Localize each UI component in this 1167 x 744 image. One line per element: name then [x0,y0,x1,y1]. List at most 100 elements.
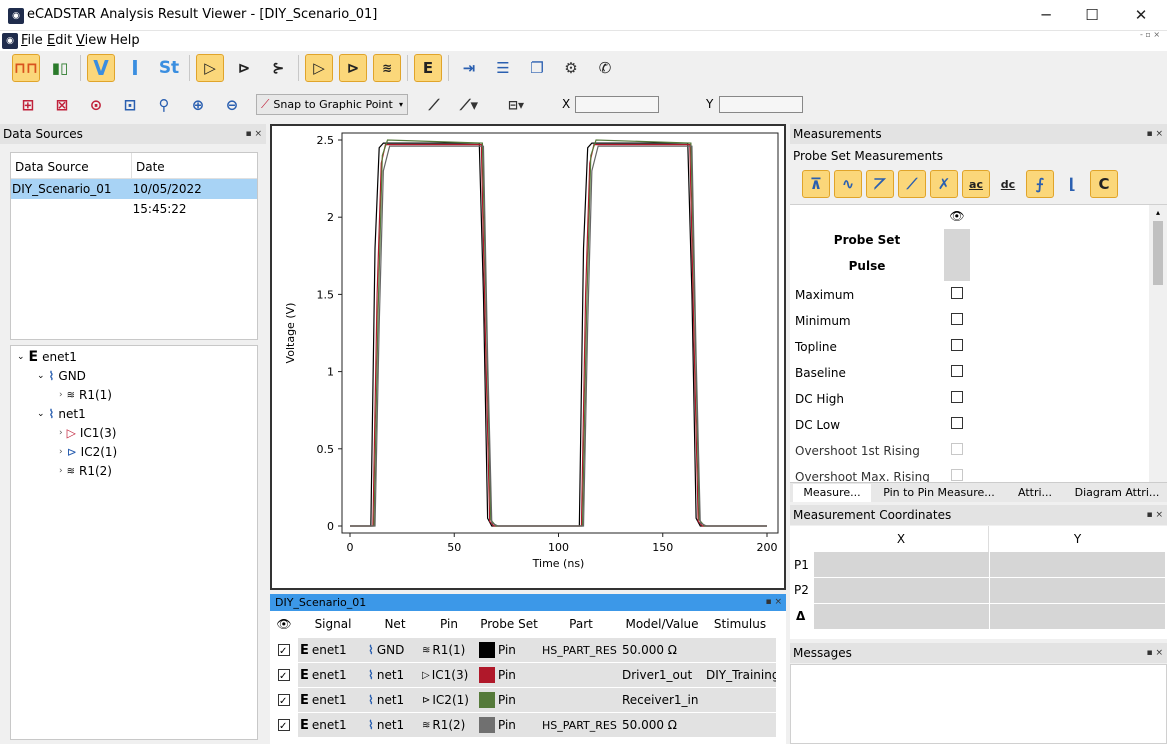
measurement-checkbox[interactable] [951,391,963,403]
visibility-checkbox[interactable]: ✓ [278,693,290,707]
cascade-icon[interactable]: ❐ [523,54,551,82]
scroll-up-icon[interactable]: ▴ [1149,205,1167,221]
measurement-checkbox[interactable] [951,469,963,481]
measurement-checkbox[interactable] [951,339,963,351]
snap-dropdown[interactable]: ⟋ Snap to Graphic Point ▾ [256,94,408,115]
pin-close-icon[interactable]: ▪ × [1146,643,1163,663]
chevron-right-icon[interactable]: › [59,390,63,400]
probe-remove-icon[interactable]: ⊱ [264,54,292,82]
color-swatch[interactable] [479,667,495,683]
tab-measure[interactable]: Measure... [793,484,871,502]
tree-node-ic2-1[interactable]: › ⊳ IC2(1) [59,443,117,461]
menu-view[interactable]: View [76,33,107,48]
color-swatch[interactable] [479,642,495,658]
visibility-eye-icon[interactable]: 👁 [944,205,970,227]
measurement-checkbox[interactable] [951,443,963,455]
visibility-checkbox[interactable]: ✓ [278,668,290,682]
mdi-controls[interactable]: - ▫ × [1140,30,1160,39]
ruler-options-icon[interactable]: ⟋▾ [455,91,483,119]
close-button[interactable]: ✕ [1118,0,1164,31]
current-i-icon[interactable]: I [121,54,149,82]
col-header-signal[interactable]: Signal [298,611,368,637]
col-header-model[interactable]: Model/Value [620,611,704,637]
clock-c-icon[interactable]: C [1090,170,1118,198]
col-header-part[interactable]: Part [542,611,620,637]
signal-row[interactable]: ✓ Eenet1 ⌇ net1 ▷ IC1(3) Pin Driver1_out DIY_Tra… [270,662,786,687]
enet-filter-icon[interactable]: E [414,54,442,82]
col-header-pin[interactable]: Pin [422,611,476,637]
driver-filter-icon[interactable]: ▷ [305,54,333,82]
chevron-right-icon[interactable]: › [59,466,63,476]
zoom-in-icon[interactable]: ⊕ [184,91,212,119]
x-coord-field[interactable] [575,96,659,113]
signal-row[interactable]: ✓ Eenet1 ⌇ net1 ≋ R1(2) Pin HS_PART_RES 50.000 Ω [270,712,786,737]
phone-icon[interactable]: ✆ [591,54,619,82]
measurement-checkbox[interactable] [951,313,963,325]
chevron-down-icon[interactable]: ⌄ [37,409,45,419]
chevron-right-icon[interactable]: › [59,447,63,457]
waveform-view-icon[interactable]: ⊓⊓ [12,54,40,82]
ruler-icon[interactable]: ⟋ [420,91,448,119]
document-icon[interactable]: ◉ [2,33,18,49]
stimulus-st-icon[interactable]: St [155,54,183,82]
tree-node-r1-1[interactable]: › ≋ R1(1) [59,386,112,404]
zoom-out-icon[interactable]: ⊖ [218,91,246,119]
measurement-checkbox[interactable] [951,417,963,429]
chevron-right-icon[interactable]: › [59,428,63,438]
maximize-button[interactable]: ☐ [1069,0,1115,31]
zoom-window-icon[interactable]: ⊡ [116,91,144,119]
data-source-row[interactable]: DIY_Scenario_01 10/05/2022 15:45:22 [11,179,257,216]
pulse-measure-icon[interactable]: ⊼ [802,170,830,198]
receiver-filter-icon[interactable]: ⊳ [339,54,367,82]
col-header-date[interactable]: Date [132,153,165,178]
tree-node-enet1[interactable]: ⌄ E enet1 [17,348,77,366]
signal-row[interactable]: ✓ Eenet1 ⌇ net1 ⊳ IC2(1) Pin Receiver1_in [270,687,786,712]
rising-edge-icon[interactable]: ⨍ [1026,170,1054,198]
settings-gear-icon[interactable]: ⚙ [557,54,585,82]
chevron-down-icon[interactable]: ⌄ [17,352,25,362]
waveform-chart[interactable]: 0 50 100 150 200 0 0.5 1 1.5 2 2.5 Time (ns) Voltage… [272,126,784,588]
tree-node-ic1-3[interactable]: › ▷ IC1(3) [59,424,116,442]
tab-attributes[interactable]: Attri... [1010,484,1060,502]
pin-close-icon[interactable]: ▪ × [765,594,782,611]
col-header-data-source[interactable]: Data Source [11,153,132,178]
pin-close-icon[interactable]: ▪ × [245,124,262,144]
tile-horizontal-icon[interactable]: ☰ [489,54,517,82]
color-swatch[interactable] [479,692,495,708]
dc-measure-icon[interactable]: dc [994,170,1022,198]
histogram-icon[interactable]: ▮▯ [46,54,74,82]
col-header-net[interactable]: Net [368,611,422,637]
tree-node-r1-2[interactable]: › ≋ R1(2) [59,462,112,480]
fit-all-icon[interactable]: ⊞ [14,91,42,119]
export-icon[interactable]: ⇥ [455,54,483,82]
waveform-chart-panel[interactable]: 0 50 100 150 200 0 0.5 1 1.5 2 2.5 Time (ns) Voltage… [270,124,786,590]
measurement-scrollbar[interactable]: ▴ [1149,205,1167,482]
rise-measure-icon[interactable]: ⦢ [866,170,894,198]
measurement-checkbox[interactable] [951,287,963,299]
minimize-button[interactable]: ─ [1023,0,1069,31]
tree-node-gnd[interactable]: ⌄ ⌇ GND [37,367,86,385]
pin-close-icon[interactable]: ▪ × [1146,124,1163,144]
y-coord-field[interactable] [719,96,803,113]
zoom-box-icon[interactable]: ⊙ [82,91,110,119]
falling-edge-icon[interactable]: ⌊ [1058,170,1086,198]
menu-help[interactable]: Help [110,33,140,48]
color-swatch[interactable] [479,717,495,733]
ac-measure-icon[interactable]: ac [962,170,990,198]
signal-row[interactable]: ✓ Eenet1 ⌇ GND ≋ R1(1) Pin HS_PART_RES 50.000 Ω [270,637,786,662]
ringing-measure-icon[interactable]: ∿ [834,170,862,198]
chevron-down-icon[interactable]: ⌄ [37,371,45,381]
crossing-measure-icon[interactable]: ✗ [930,170,958,198]
menu-file[interactable]: File [21,33,43,48]
col-header-stimulus[interactable]: Stimulus [704,611,776,637]
probe-set-icon[interactable]: ▷ [196,54,224,82]
col-header-probe-set[interactable]: Probe Set [476,611,542,637]
pin-close-icon[interactable]: ▪ × [1146,505,1163,525]
measure-options-icon[interactable]: ⊟▾ [502,91,530,119]
visibility-checkbox[interactable]: ✓ [278,718,290,732]
tab-pin-to-pin[interactable]: Pin to Pin Measure... [880,484,998,502]
scroll-thumb[interactable] [1153,221,1163,285]
tree-node-net1[interactable]: ⌄ ⌇ net1 [37,405,86,423]
zoom-fit-icon[interactable]: ⊠ [48,91,76,119]
measurement-checkbox[interactable] [951,365,963,377]
